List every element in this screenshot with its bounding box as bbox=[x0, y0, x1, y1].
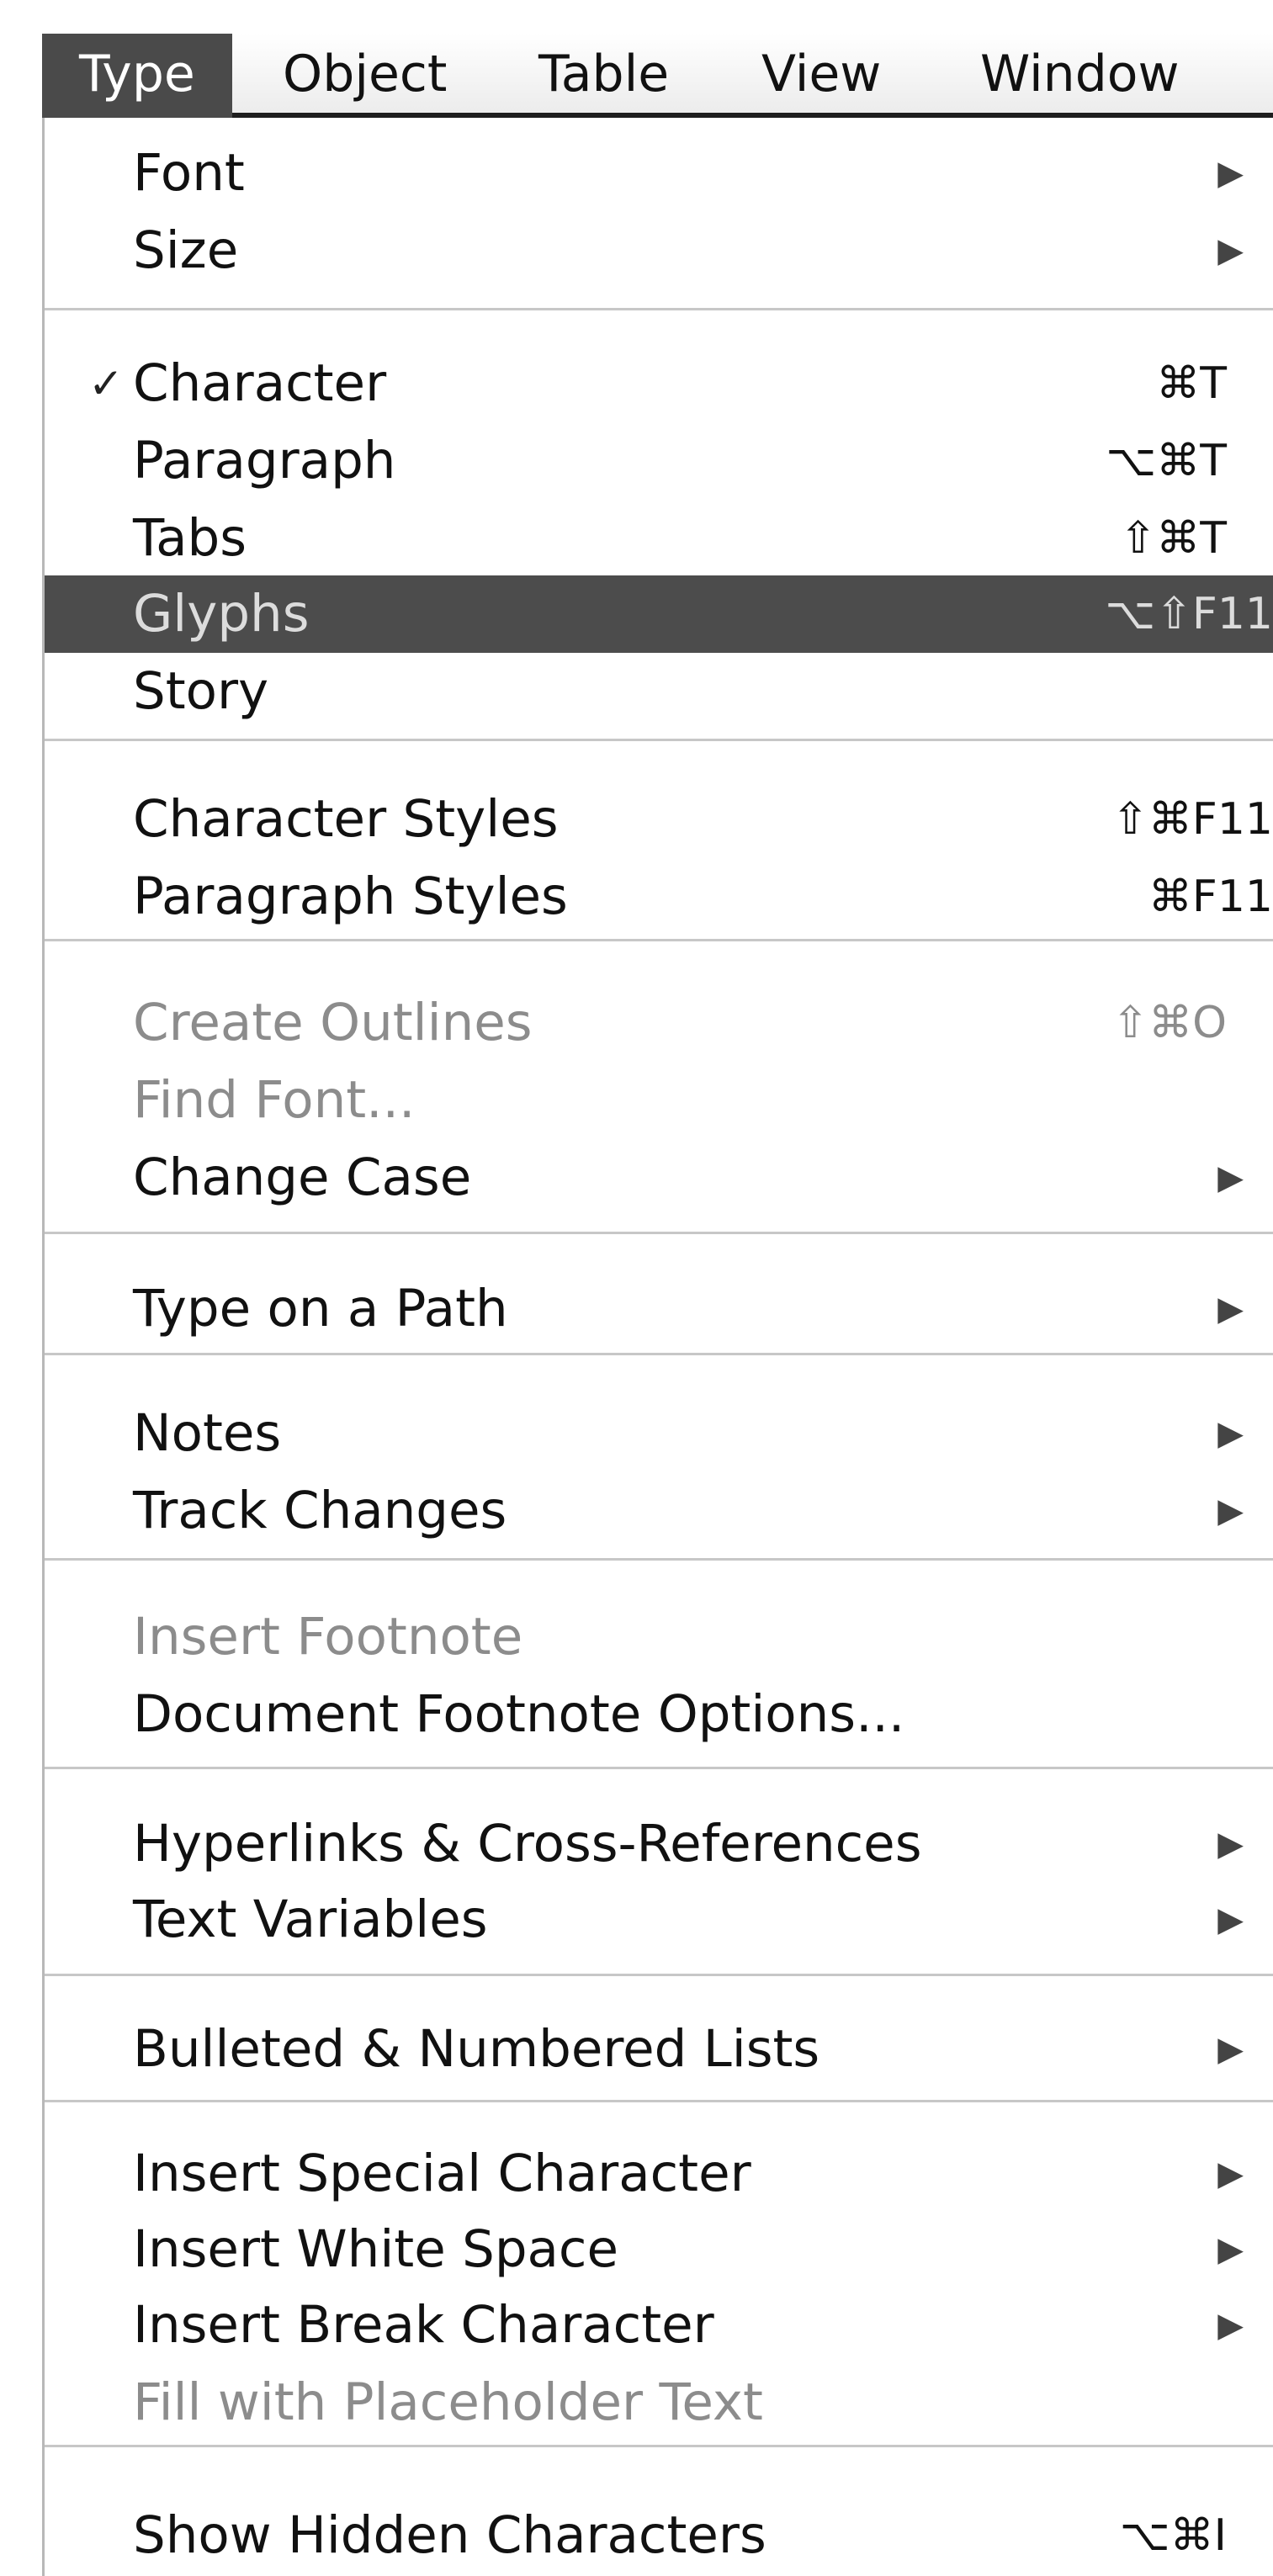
menu-separator bbox=[45, 1974, 1273, 1976]
keyboard-shortcut: ⌘F11 bbox=[1148, 872, 1273, 922]
menu-item-label: Paragraph bbox=[133, 431, 396, 490]
menubar-item-table[interactable]: Table bbox=[538, 34, 669, 118]
menu-separator bbox=[45, 1767, 1273, 1769]
menu-item-label: Glyphs bbox=[133, 584, 310, 644]
menu-separator bbox=[45, 308, 1273, 310]
submenu-arrow-icon: ▶ bbox=[1217, 1158, 1244, 1197]
menu-item-glyphs[interactable]: Glyphs ⌥⇧F11 bbox=[45, 575, 1273, 653]
menu-item-label: Change Case bbox=[133, 1148, 472, 1207]
submenu-arrow-icon: ▶ bbox=[1217, 1414, 1244, 1453]
menu-item-paragraph-styles[interactable]: Paragraph Styles ⌘F11 bbox=[45, 858, 1273, 936]
menu-item-document-footnote-options[interactable]: Document Footnote Options... bbox=[45, 1676, 1273, 1753]
window-backdrop bbox=[0, 0, 42, 2576]
menu-item-label: Document Footnote Options... bbox=[133, 1684, 905, 1744]
keyboard-shortcut: ⇧⌘F11 bbox=[1111, 794, 1273, 845]
keyboard-shortcut: ⌥⌘I bbox=[1119, 2510, 1227, 2561]
submenu-arrow-icon: ▶ bbox=[1217, 1290, 1244, 1328]
menu-item-label: Insert Footnote bbox=[133, 1607, 523, 1667]
menu-item-insert-break-character[interactable]: Insert Break Character ▶ bbox=[45, 2287, 1273, 2364]
submenu-arrow-icon: ▶ bbox=[1217, 1825, 1244, 1863]
menu-item-show-hidden-characters[interactable]: Show Hidden Characters ⌥⌘I bbox=[45, 2497, 1273, 2574]
submenu-arrow-icon: ▶ bbox=[1217, 154, 1244, 193]
menu-bar: Type Object Table View Window bbox=[42, 34, 1273, 118]
menu-item-label: Insert Break Character bbox=[133, 2295, 714, 2355]
menu-item-label: Tabs bbox=[133, 508, 247, 568]
menu-separator bbox=[45, 1353, 1273, 1355]
menu-item-text-variables[interactable]: Text Variables ▶ bbox=[45, 1881, 1273, 1959]
menu-item-character-styles[interactable]: Character Styles ⇧⌘F11 bbox=[45, 781, 1273, 858]
submenu-arrow-icon: ▶ bbox=[1217, 1492, 1244, 1530]
menubar-item-object[interactable]: Object bbox=[283, 34, 447, 118]
keyboard-shortcut: ⌥⌘T bbox=[1106, 436, 1227, 486]
menu-separator bbox=[45, 2100, 1273, 2102]
menu-item-label: Character bbox=[133, 353, 387, 413]
menu-item-track-changes[interactable]: Track Changes ▶ bbox=[45, 1472, 1273, 1550]
menubar-item-type[interactable]: Type bbox=[42, 34, 232, 118]
menu-item-insert-special-character[interactable]: Insert Special Character ▶ bbox=[45, 2135, 1273, 2213]
menu-separator bbox=[45, 739, 1273, 741]
menu-item-label: Type on a Path bbox=[133, 1279, 508, 1338]
menu-item-character[interactable]: ✓ Character ⌘T bbox=[45, 345, 1273, 422]
menu-separator bbox=[45, 939, 1273, 941]
menu-item-bulleted-numbered-lists[interactable]: Bulleted & Numbered Lists ▶ bbox=[45, 2011, 1273, 2088]
menu-item-change-case[interactable]: Change Case ▶ bbox=[45, 1139, 1273, 1216]
menu-item-label: Find Font... bbox=[133, 1070, 416, 1130]
menu-separator bbox=[45, 1232, 1273, 1234]
menu-item-size[interactable]: Size ▶ bbox=[45, 212, 1273, 289]
menu-item-label: Font bbox=[133, 143, 245, 203]
menu-item-label: Notes bbox=[133, 1403, 282, 1463]
menu-item-story[interactable]: Story bbox=[45, 653, 1273, 730]
menu-item-find-font: Find Font... bbox=[45, 1062, 1273, 1139]
menu-separator bbox=[45, 1558, 1273, 1561]
menu-item-tabs[interactable]: Tabs ⇧⌘T bbox=[45, 500, 1273, 577]
submenu-arrow-icon: ▶ bbox=[1217, 1900, 1244, 1939]
menu-item-label: Track Changes bbox=[133, 1481, 507, 1540]
menu-item-label: Show Hidden Characters bbox=[133, 2505, 766, 2565]
submenu-arrow-icon: ▶ bbox=[1217, 2230, 1244, 2269]
menu-item-label: Bulleted & Numbered Lists bbox=[133, 2019, 820, 2079]
menu-item-paragraph[interactable]: Paragraph ⌥⌘T bbox=[45, 422, 1273, 500]
menu-item-font[interactable]: Font ▶ bbox=[45, 135, 1273, 212]
submenu-arrow-icon: ▶ bbox=[1217, 2030, 1244, 2069]
menu-item-label: Fill with Placeholder Text bbox=[133, 2372, 763, 2432]
submenu-arrow-icon: ▶ bbox=[1217, 2155, 1244, 2193]
menu-item-insert-white-space[interactable]: Insert White Space ▶ bbox=[45, 2211, 1273, 2288]
menu-item-label: Character Styles bbox=[133, 789, 559, 849]
keyboard-shortcut: ⇧⌘O bbox=[1111, 998, 1228, 1048]
keyboard-shortcut: ⌥⇧F11 bbox=[1105, 589, 1273, 639]
menu-item-label: Story bbox=[133, 661, 269, 721]
checkmark-icon: ✓ bbox=[88, 359, 124, 408]
menu-item-label: Create Outlines bbox=[133, 993, 533, 1052]
menu-item-fill-with-placeholder-text: Fill with Placeholder Text bbox=[45, 2364, 1273, 2441]
submenu-arrow-icon: ▶ bbox=[1217, 2306, 1244, 2345]
screenshot-frame: Type Object Table View Window Font ▶ Size ▶ ✓ Cha… bbox=[0, 0, 1273, 2576]
menu-item-type-on-a-path[interactable]: Type on a Path ▶ bbox=[45, 1270, 1273, 1348]
menu-item-label: Hyperlinks & Cross-References bbox=[133, 1814, 922, 1874]
menu-item-label: Insert White Space bbox=[133, 2219, 618, 2279]
menu-item-notes[interactable]: Notes ▶ bbox=[45, 1395, 1273, 1472]
menubar-item-window[interactable]: Window bbox=[980, 34, 1180, 118]
menu-item-label: Insert Special Character bbox=[133, 2144, 751, 2203]
keyboard-shortcut: ⇧⌘T bbox=[1119, 513, 1227, 564]
submenu-arrow-icon: ▶ bbox=[1217, 231, 1244, 270]
keyboard-shortcut: ⌘T bbox=[1156, 358, 1227, 409]
menu-item-label: Text Variables bbox=[133, 1890, 488, 1949]
menubar-item-view[interactable]: View bbox=[761, 34, 881, 118]
menu-item-create-outlines: Create Outlines ⇧⌘O bbox=[45, 984, 1273, 1062]
menu-separator bbox=[45, 2445, 1273, 2447]
menu-item-hyperlinks-cross-references[interactable]: Hyperlinks & Cross-References ▶ bbox=[45, 1805, 1273, 1883]
type-menu-dropdown: Font ▶ Size ▶ ✓ Character ⌘T Paragraph ⌥⌘T Tabs ⇧⌘… bbox=[42, 118, 1273, 2576]
menu-item-label: Size bbox=[133, 220, 239, 280]
menu-item-insert-footnote: Insert Footnote bbox=[45, 1598, 1273, 1676]
menu-item-label: Paragraph Styles bbox=[133, 867, 568, 926]
